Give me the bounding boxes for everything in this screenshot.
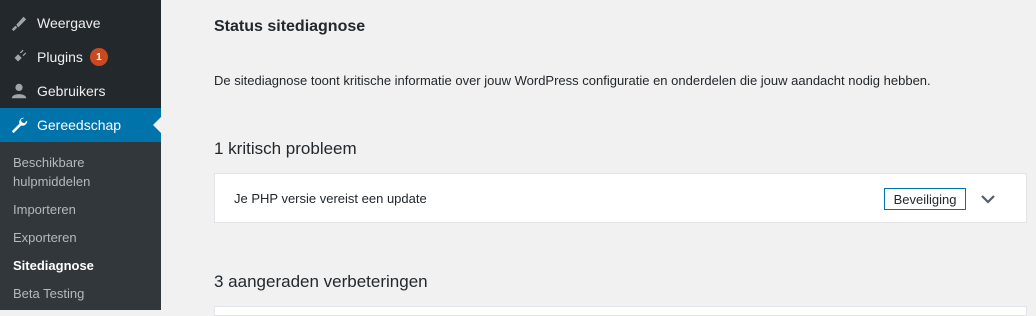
submenu-item-sitediagnose[interactable]: Sitediagnose: [13, 256, 153, 275]
menu-label: Gebruikers: [37, 83, 106, 99]
submenu-item-importeren[interactable]: Importeren: [13, 200, 153, 219]
page-description: De sitediagnose toont kritische informat…: [214, 73, 931, 88]
plugin-icon: [9, 47, 29, 67]
issue-accordion-php-version[interactable]: Je PHP versie vereist een update Beveili…: [214, 173, 1027, 223]
update-count-badge: 1: [89, 48, 108, 66]
main-content: Status sitediagnose De sitediagnose toon…: [161, 0, 1036, 316]
submenu-item-beschikbare-hulpmiddelen[interactable]: Beschikbare hulpmiddelen: [13, 153, 153, 191]
menu-item-gebruikers[interactable]: Gebruikers: [0, 74, 161, 108]
menu-label: Weergave: [37, 15, 101, 31]
menu-item-plugins[interactable]: Plugins 1: [0, 40, 161, 74]
recommended-issue-card[interactable]: [214, 306, 1027, 316]
chevron-down-icon[interactable]: [978, 189, 998, 209]
submenu-item-exporteren[interactable]: Exporteren: [13, 228, 153, 247]
admin-sidebar: Weergave Plugins 1 Gebruikers Gereedscha…: [0, 0, 161, 310]
issue-label: Je PHP versie vereist een update: [234, 191, 427, 206]
paintbrush-icon: [9, 13, 29, 33]
wrench-icon: [9, 115, 29, 135]
page-title: Status sitediagnose: [214, 18, 366, 35]
menu-label: Gereedschap: [37, 117, 122, 133]
user-icon: [9, 81, 29, 101]
tools-submenu: Beschikbare hulpmiddelen Importeren Expo…: [0, 142, 161, 310]
menu-item-gereedschap[interactable]: Gereedschap: [0, 108, 161, 142]
critical-issues-heading: 1 kritisch probleem: [214, 139, 357, 158]
menu-label: Plugins: [37, 49, 83, 65]
menu-item-weergave[interactable]: Weergave: [0, 6, 161, 40]
issue-category-badge: Beveiliging: [884, 188, 966, 210]
submenu-item-beta-testing[interactable]: Beta Testing: [13, 284, 153, 303]
recommended-improvements-heading: 3 aangeraden verbeteringen: [214, 272, 428, 291]
